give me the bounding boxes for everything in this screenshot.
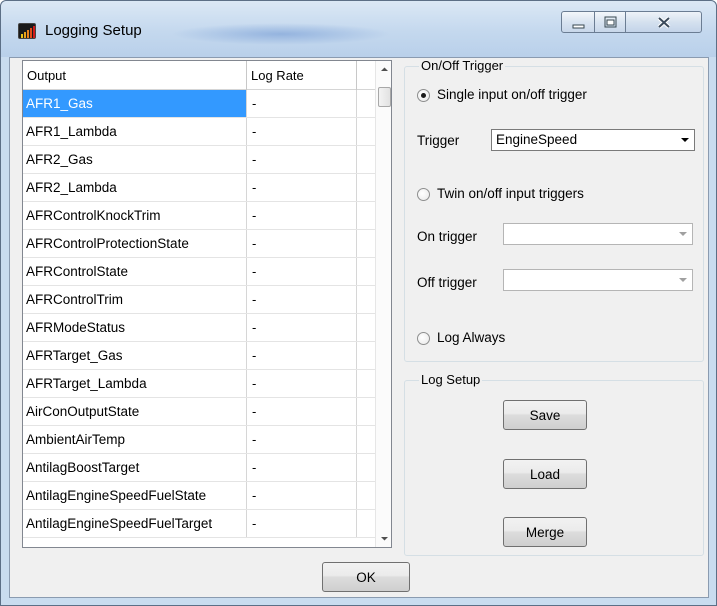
maximize-icon bbox=[604, 16, 617, 28]
trigger-dropdown-value: EngineSpeed bbox=[496, 132, 578, 147]
log-rate-cell[interactable]: - bbox=[247, 146, 357, 173]
twin-input-triggers-radio[interactable] bbox=[417, 188, 430, 201]
trigger-label: Trigger bbox=[417, 133, 460, 148]
close-button[interactable] bbox=[625, 11, 702, 33]
output-cell[interactable]: AFR1_Gas bbox=[23, 90, 247, 117]
dialog-client-area: Output Log Rate AFR1_Gas - AFR1_Lambda - AFR… bbox=[9, 57, 709, 598]
off-trigger-dropdown[interactable] bbox=[503, 269, 693, 291]
output-cell[interactable]: AFR2_Gas bbox=[23, 146, 247, 173]
caption-buttons bbox=[561, 11, 703, 33]
output-cell[interactable]: AFRTarget_Lambda bbox=[23, 370, 247, 397]
output-cell[interactable]: AirConOutputState bbox=[23, 398, 247, 425]
logging-setup-window: Logging Setup Output Log Rate AFR1_Gas -… bbox=[0, 0, 717, 606]
title-bar[interactable]: Logging Setup bbox=[1, 1, 716, 57]
output-cell[interactable]: AmbientAirTemp bbox=[23, 426, 247, 453]
off-trigger-label: Off trigger bbox=[417, 275, 477, 290]
title-watermark bbox=[171, 23, 391, 45]
column-header-output[interactable]: Output bbox=[23, 61, 247, 90]
twin-input-triggers-label[interactable]: Twin on/off input triggers bbox=[437, 186, 584, 201]
log-always-radio[interactable] bbox=[417, 332, 430, 345]
table-row[interactable]: AFRControlState - bbox=[23, 258, 375, 286]
log-rate-cell[interactable]: - bbox=[247, 90, 357, 117]
table-row[interactable]: AirConOutputState - bbox=[23, 398, 375, 426]
log-rate-cell[interactable]: - bbox=[247, 482, 357, 509]
log-always-label[interactable]: Log Always bbox=[437, 330, 505, 345]
list-rows: AFR1_Gas - AFR1_Lambda - AFR2_Gas - AFR2_Lambd… bbox=[23, 90, 375, 538]
table-row[interactable]: AFR1_Lambda - bbox=[23, 118, 375, 146]
table-row[interactable]: AmbientAirTemp - bbox=[23, 426, 375, 454]
scroll-down-arrow-icon bbox=[381, 537, 388, 541]
log-rate-cell[interactable]: - bbox=[247, 314, 357, 341]
output-list[interactable]: Output Log Rate AFR1_Gas - AFR1_Lambda - AFR… bbox=[22, 60, 392, 548]
table-row[interactable]: AFR2_Gas - bbox=[23, 146, 375, 174]
close-icon bbox=[657, 16, 671, 29]
log-setup-group: Log Setup Save Load Merge bbox=[404, 372, 704, 556]
log-rate-cell[interactable]: - bbox=[247, 118, 357, 145]
table-row[interactable]: AFRModeStatus - bbox=[23, 314, 375, 342]
table-row[interactable]: AFRControlKnockTrim - bbox=[23, 202, 375, 230]
single-input-trigger-label[interactable]: Single input on/off trigger bbox=[437, 87, 587, 102]
on-off-trigger-group-title: On/Off Trigger bbox=[419, 58, 506, 74]
output-cell[interactable]: AFRControlKnockTrim bbox=[23, 202, 247, 229]
output-cell[interactable]: AFRModeStatus bbox=[23, 314, 247, 341]
maximize-button[interactable] bbox=[594, 11, 626, 33]
output-cell[interactable]: AntilagBoostTarget bbox=[23, 454, 247, 481]
chevron-down-icon bbox=[674, 270, 692, 290]
on-trigger-label: On trigger bbox=[417, 229, 478, 244]
table-row[interactable]: AFRTarget_Lambda - bbox=[23, 370, 375, 398]
on-trigger-dropdown[interactable] bbox=[503, 223, 693, 245]
scroll-down-button[interactable] bbox=[376, 530, 391, 547]
log-rate-cell[interactable]: - bbox=[247, 174, 357, 201]
table-row[interactable]: AFRControlProtectionState - bbox=[23, 230, 375, 258]
ok-button[interactable]: OK bbox=[322, 562, 410, 592]
output-cell[interactable]: AntilagEngineSpeedFuelState bbox=[23, 482, 247, 509]
column-header-log-rate[interactable]: Log Rate bbox=[247, 61, 357, 90]
log-rate-cell[interactable]: - bbox=[247, 258, 357, 285]
table-row[interactable]: AFRControlTrim - bbox=[23, 286, 375, 314]
output-cell[interactable]: AFRControlProtectionState bbox=[23, 230, 247, 257]
window-title: Logging Setup bbox=[45, 22, 142, 39]
on-off-trigger-group: On/Off Trigger Single input on/off trigg… bbox=[404, 58, 704, 362]
log-rate-cell[interactable]: - bbox=[247, 286, 357, 313]
log-rate-cell[interactable]: - bbox=[247, 426, 357, 453]
output-cell[interactable]: AFR2_Lambda bbox=[23, 174, 247, 201]
radio-selected-dot bbox=[421, 93, 426, 98]
scroll-up-button[interactable] bbox=[376, 61, 391, 78]
trigger-dropdown[interactable]: EngineSpeed bbox=[491, 129, 695, 151]
table-row[interactable]: AntilagBoostTarget - bbox=[23, 454, 375, 482]
table-row[interactable]: AntilagEngineSpeedFuelTarget - bbox=[23, 510, 375, 538]
output-cell[interactable]: AFRControlState bbox=[23, 258, 247, 285]
list-vertical-scrollbar[interactable] bbox=[375, 61, 391, 547]
minimize-button[interactable] bbox=[561, 11, 595, 33]
save-button[interactable]: Save bbox=[503, 400, 587, 430]
table-row[interactable]: AFR1_Gas - bbox=[23, 90, 375, 118]
table-row[interactable]: AFRTarget_Gas - bbox=[23, 342, 375, 370]
log-rate-cell[interactable]: - bbox=[247, 454, 357, 481]
log-rate-cell[interactable]: - bbox=[247, 230, 357, 257]
scroll-up-arrow-icon bbox=[381, 67, 388, 71]
scroll-thumb[interactable] bbox=[378, 87, 391, 107]
single-input-trigger-radio[interactable] bbox=[417, 89, 430, 102]
merge-button[interactable]: Merge bbox=[503, 517, 587, 547]
chevron-down-icon bbox=[674, 224, 692, 244]
log-rate-cell[interactable]: - bbox=[247, 510, 357, 537]
app-bars-icon bbox=[18, 23, 36, 39]
output-cell[interactable]: AFRTarget_Gas bbox=[23, 342, 247, 369]
output-cell[interactable]: AFR1_Lambda bbox=[23, 118, 247, 145]
log-rate-cell[interactable]: - bbox=[247, 370, 357, 397]
log-rate-cell[interactable]: - bbox=[247, 342, 357, 369]
minimize-icon bbox=[572, 24, 585, 29]
load-button[interactable]: Load bbox=[503, 459, 587, 489]
log-setup-group-title: Log Setup bbox=[419, 372, 483, 388]
table-row[interactable]: AntilagEngineSpeedFuelState - bbox=[23, 482, 375, 510]
chevron-down-icon bbox=[676, 130, 694, 150]
list-header: Output Log Rate bbox=[23, 61, 375, 90]
output-cell[interactable]: AFRControlTrim bbox=[23, 286, 247, 313]
table-row[interactable]: AFR2_Lambda - bbox=[23, 174, 375, 202]
log-rate-cell[interactable]: - bbox=[247, 398, 357, 425]
output-cell[interactable]: AntilagEngineSpeedFuelTarget bbox=[23, 510, 247, 537]
log-rate-cell[interactable]: - bbox=[247, 202, 357, 229]
